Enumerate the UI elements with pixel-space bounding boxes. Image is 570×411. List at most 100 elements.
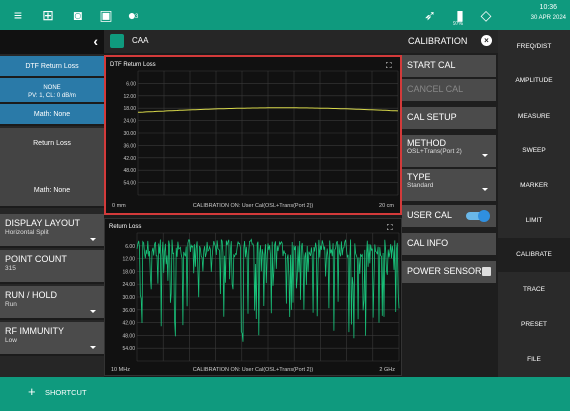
display-layout-button[interactable]: DISPLAY LAYOUT Horizontal Split (0, 214, 104, 248)
y-tick-label: 54.00 (123, 181, 136, 187)
type-value: Standard (407, 182, 434, 189)
y-tick-label: 6.00 (125, 244, 135, 250)
camera-icon[interactable]: ◙ (70, 7, 86, 23)
return-loss-plot[interactable]: Return Loss ⛶ 6.00 12.00 18.00 24.00 30.00 36… (104, 218, 402, 376)
chevron-down-icon (90, 238, 96, 241)
plot1-status: CALIBRATION ON: User Cal(OSL+Trans(Port … (193, 203, 314, 209)
nav-measure[interactable]: MEASURE (498, 100, 570, 134)
y-tick-label: 24.00 (123, 119, 136, 125)
close-icon[interactable]: × (481, 35, 492, 46)
rf-immunity-button[interactable]: RF IMMUNITY Low (0, 322, 104, 356)
plot2-x-start: 10 MHz (111, 367, 130, 373)
plus-icon[interactable]: + (28, 385, 36, 399)
method-label: METHOD (407, 138, 446, 148)
nav-amplitude[interactable]: AMPLITUDE (498, 64, 570, 98)
y-tick-label: 36.00 (123, 143, 136, 149)
calibration-title: CALIBRATION (408, 36, 468, 46)
user-cal-label: USER CAL (407, 210, 453, 220)
y-tick-label: 24.00 (122, 282, 135, 288)
power-sensor-button[interactable]: POWER SENSOR (402, 261, 496, 283)
plot1-x-start: 0 mm (112, 203, 126, 209)
y-tick-label: 6.00 (126, 81, 136, 87)
nav-preset[interactable]: PRESET (498, 308, 570, 342)
user-cal-toggle[interactable] (466, 210, 490, 222)
expand-icon[interactable]: ⛶ (386, 223, 393, 232)
clock: 10:36 30 APR 2024 (531, 3, 566, 23)
return-loss-label: Return Loss (33, 140, 71, 147)
plot2-status: CALIBRATION ON: User Cal(OSL+Trans(Port … (193, 367, 314, 373)
point-count-value: 315 (5, 265, 16, 272)
dtf-plot-svg: DTF Return Loss ⛶ 6.00 12.00 18.00 24.00 30.… (110, 61, 399, 209)
type-label: TYPE (407, 172, 431, 182)
calibration-header: CALIBRATION × (402, 30, 498, 53)
y-tick-label: 12.00 (122, 257, 135, 263)
y-tick-label: 42.00 (122, 321, 135, 327)
expand-icon[interactable]: ⛶ (385, 61, 392, 70)
nav-freq-dist[interactable]: FREQ/DIST (498, 30, 570, 64)
y-tick-label: 18.00 (123, 106, 136, 112)
status-bar: ≡ ⊞ ◙ ▣ ● 3 ➶ ▮ 97% ◇ 10:36 30 APR 2024 (0, 0, 570, 30)
grid-icon[interactable]: ⊞ (40, 7, 56, 23)
chevron-down-icon (482, 188, 488, 191)
trace-pv-label: PV: 1, CL: 0 dB/m (28, 93, 76, 99)
nav-calibrate[interactable]: CALIBRATE (498, 238, 570, 272)
point-count-button[interactable]: POINT COUNT 315 (0, 250, 104, 284)
nav-marker[interactable]: MARKER (498, 169, 570, 203)
user-cal-toggle-row[interactable]: USER CAL (402, 205, 496, 227)
plot1-title: DTF Return Loss (110, 62, 156, 68)
start-cal-button[interactable]: START CAL (402, 55, 496, 77)
y-tick-label: 18.00 (122, 269, 135, 275)
plot2-title: Return Loss (109, 224, 141, 230)
chevron-down-icon (90, 310, 96, 313)
y-tick-label: 54.00 (122, 346, 135, 352)
bottom-bar: + SHORTCUT (0, 377, 570, 411)
y-tick-label: 36.00 (122, 308, 135, 314)
run-hold-button[interactable]: RUN / HOLD Run (0, 286, 104, 320)
trace-return-loss[interactable]: Return Loss Math: None (0, 128, 104, 208)
nav-trace[interactable]: TRACE (498, 273, 570, 307)
instrument-header: CAA (104, 30, 402, 53)
power-sensor-icon (482, 267, 491, 276)
math-label-2: Math: None (33, 187, 71, 194)
notification-count: 3 (135, 14, 139, 20)
trace-settings-block[interactable]: NONE PV: 1, CL: 0 dB/m (0, 78, 104, 104)
caa-app-icon[interactable] (110, 34, 124, 48)
run-hold-value: Run (5, 301, 17, 308)
time: 10:36 (539, 4, 558, 11)
chevron-down-icon (90, 346, 96, 349)
collapse-header: ‹ (0, 30, 104, 54)
y-tick-label: 48.00 (122, 333, 135, 339)
menu-icon[interactable]: ≡ (10, 7, 26, 23)
nav-limit[interactable]: LIMIT (498, 204, 570, 238)
save-icon[interactable]: ▣ (98, 7, 114, 23)
y-tick-label: 30.00 (123, 131, 136, 137)
math-button-1[interactable]: Math: None (0, 104, 104, 126)
display-layout-value: Horizontal Split (5, 229, 49, 236)
date: 30 APR 2024 (530, 15, 566, 21)
plot2-ticks: 6.00 12.00 18.00 24.00 30.00 36.00 42.00 48.00 5… (122, 244, 135, 352)
plot1-ticks: 6.00 12.00 18.00 24.00 30.00 36.00 42.00 48.00 5… (123, 81, 136, 186)
cal-info-button[interactable]: CAL INFO (402, 233, 496, 255)
type-dropdown[interactable]: TYPE Standard (402, 169, 496, 201)
cancel-cal-button[interactable]: CANCEL CAL (402, 79, 496, 101)
nav-sweep[interactable]: SWEEP (498, 134, 570, 168)
shortcut-button[interactable]: SHORTCUT (45, 388, 87, 397)
method-dropdown[interactable]: METHOD OSL+Trans(Port 2) (402, 135, 496, 167)
rf-immunity-value: Low (5, 337, 17, 344)
battery-level: 97% (453, 21, 464, 27)
nav-file[interactable]: FILE (498, 343, 570, 377)
location-icon: ➶ (424, 7, 436, 23)
y-tick-label: 12.00 (123, 94, 136, 100)
chevron-down-icon (482, 154, 488, 157)
trace-none-label: NONE (43, 85, 61, 91)
gps-icon: ◇ (480, 7, 492, 23)
return-loss-plot-svg: Return Loss ⛶ 6.00 12.00 18.00 24.00 30.00 36… (109, 223, 400, 373)
toggle-knob (478, 210, 490, 222)
method-value: OSL+Trans(Port 2) (407, 148, 462, 155)
dtf-plot[interactable]: DTF Return Loss ⛶ 6.00 12.00 18.00 24.00 30.… (104, 55, 402, 215)
trace-dtf-return-loss[interactable]: DTF Return Loss (0, 56, 104, 78)
cal-setup-button[interactable]: CAL SETUP (402, 107, 496, 129)
power-sensor-label: POWER SENSOR (407, 266, 482, 276)
plot2-x-end: 2 GHz (379, 367, 395, 373)
collapse-chevron-icon[interactable]: ‹ (93, 33, 98, 49)
